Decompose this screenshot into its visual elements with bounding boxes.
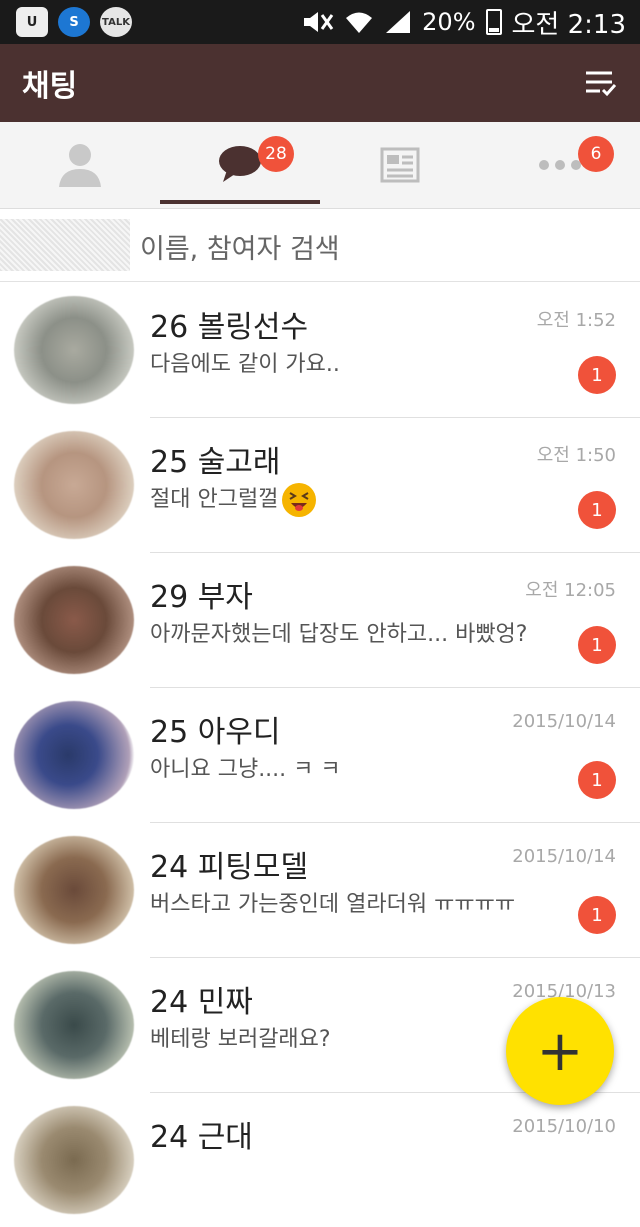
page-title: 채팅 bbox=[22, 69, 78, 104]
chat-row[interactable]: 29 부자 아까문자했는데 답장도 안하고... 바빴엉? 오전 12:05 1 bbox=[0, 552, 640, 688]
wifi-icon bbox=[346, 12, 373, 33]
chat-name: 24 민짜 bbox=[150, 985, 253, 1020]
chat-time: 2015/10/10 bbox=[512, 1116, 616, 1137]
chat-name: 25 아우디 bbox=[150, 715, 281, 750]
s-app-icon: S bbox=[58, 7, 90, 37]
chat-message: 버스타고 가는중인데 열라더워 ㅠㅠㅠㅠ bbox=[150, 892, 516, 917]
unread-badge: 1 bbox=[578, 761, 616, 799]
laughing-emoji-icon bbox=[282, 483, 317, 517]
chat-bubble-icon bbox=[219, 146, 261, 182]
chat-message: 아까문자했는데 답장도 안하고... 바빴엉? bbox=[150, 622, 528, 647]
uplus-app-icon: U bbox=[16, 7, 48, 37]
chat-message-text: 절대 안그럴껄 bbox=[150, 487, 279, 512]
chat-time: 오전 12:05 bbox=[525, 580, 616, 601]
kakaotalk-notification-icon: TALK bbox=[100, 7, 132, 37]
tab-news[interactable] bbox=[320, 122, 480, 208]
avatar bbox=[14, 296, 134, 404]
plus-icon: + bbox=[536, 1018, 584, 1084]
more-dots-icon bbox=[539, 160, 581, 170]
chat-message: 절대 안그럴껄 bbox=[150, 481, 317, 517]
avatar bbox=[14, 566, 134, 674]
blurred-area bbox=[0, 219, 130, 271]
avatar bbox=[14, 1106, 134, 1214]
chat-time: 2015/10/14 bbox=[512, 711, 616, 732]
battery-percent: 20% bbox=[422, 8, 476, 36]
chat-time: 2015/10/14 bbox=[512, 846, 616, 867]
news-icon bbox=[380, 147, 420, 183]
chat-message: 베테랑 보러갈래요? bbox=[150, 1027, 331, 1052]
chat-message: 다음에도 같이 가요.. bbox=[150, 352, 340, 377]
search-bar[interactable]: 이름, 참여자 검색 bbox=[0, 209, 640, 282]
avatar bbox=[14, 836, 134, 944]
tab-friends[interactable] bbox=[0, 122, 160, 208]
chat-message: 아니요 그냥.... ㅋ ㅋ bbox=[150, 757, 341, 782]
chat-name: 29 부자 bbox=[150, 580, 253, 615]
status-bar: U S TALK 20% 오전 2:13 bbox=[0, 0, 640, 44]
unread-badge: 1 bbox=[578, 491, 616, 529]
chat-row[interactable]: 24 피팅모델 버스타고 가는중인데 열라더워 ㅠㅠㅠㅠ 2015/10/14 … bbox=[0, 822, 640, 958]
new-chat-button[interactable]: + bbox=[506, 997, 614, 1105]
unread-badge: 1 bbox=[578, 356, 616, 394]
chat-name: 24 근대 bbox=[150, 1120, 253, 1155]
active-tab-indicator bbox=[160, 200, 320, 204]
clock: 오전 2:13 bbox=[511, 9, 627, 40]
talk-label: TALK bbox=[102, 16, 130, 28]
app-header: 채팅 bbox=[0, 44, 640, 122]
tab-more[interactable]: 6 bbox=[480, 122, 640, 208]
chat-row[interactable]: 24 근대 2015/10/10 bbox=[0, 1092, 640, 1227]
avatar bbox=[14, 701, 134, 809]
chat-name: 25 술고래 bbox=[150, 445, 281, 480]
person-icon bbox=[59, 144, 101, 187]
avatar bbox=[14, 431, 134, 539]
more-badge: 6 bbox=[578, 136, 614, 172]
chat-name: 26 볼링선수 bbox=[150, 310, 309, 345]
search-input[interactable]: 이름, 참여자 검색 bbox=[140, 227, 340, 266]
battery-icon bbox=[485, 9, 502, 35]
chat-time: 오전 1:50 bbox=[536, 445, 616, 466]
unread-badge: 1 bbox=[578, 896, 616, 934]
chat-row[interactable]: 25 술고래 절대 안그럴껄 오전 1:50 1 bbox=[0, 417, 640, 553]
chats-unread-badge: 28 bbox=[258, 136, 294, 172]
edit-menu-icon[interactable] bbox=[584, 68, 616, 98]
chat-row[interactable]: 25 아우디 아니요 그냥.... ㅋ ㅋ 2015/10/14 1 bbox=[0, 687, 640, 823]
chat-time: 오전 1:52 bbox=[536, 310, 616, 331]
unread-badge: 1 bbox=[578, 626, 616, 664]
chat-row[interactable]: 26 볼링선수 다음에도 같이 가요.. 오전 1:52 1 bbox=[0, 282, 640, 418]
tab-bar: 28 6 bbox=[0, 122, 640, 209]
mute-icon bbox=[304, 12, 334, 32]
avatar bbox=[14, 971, 134, 1079]
tab-chats[interactable]: 28 bbox=[160, 122, 320, 208]
chat-name: 24 피팅모델 bbox=[150, 850, 309, 885]
signal-icon bbox=[386, 11, 411, 33]
